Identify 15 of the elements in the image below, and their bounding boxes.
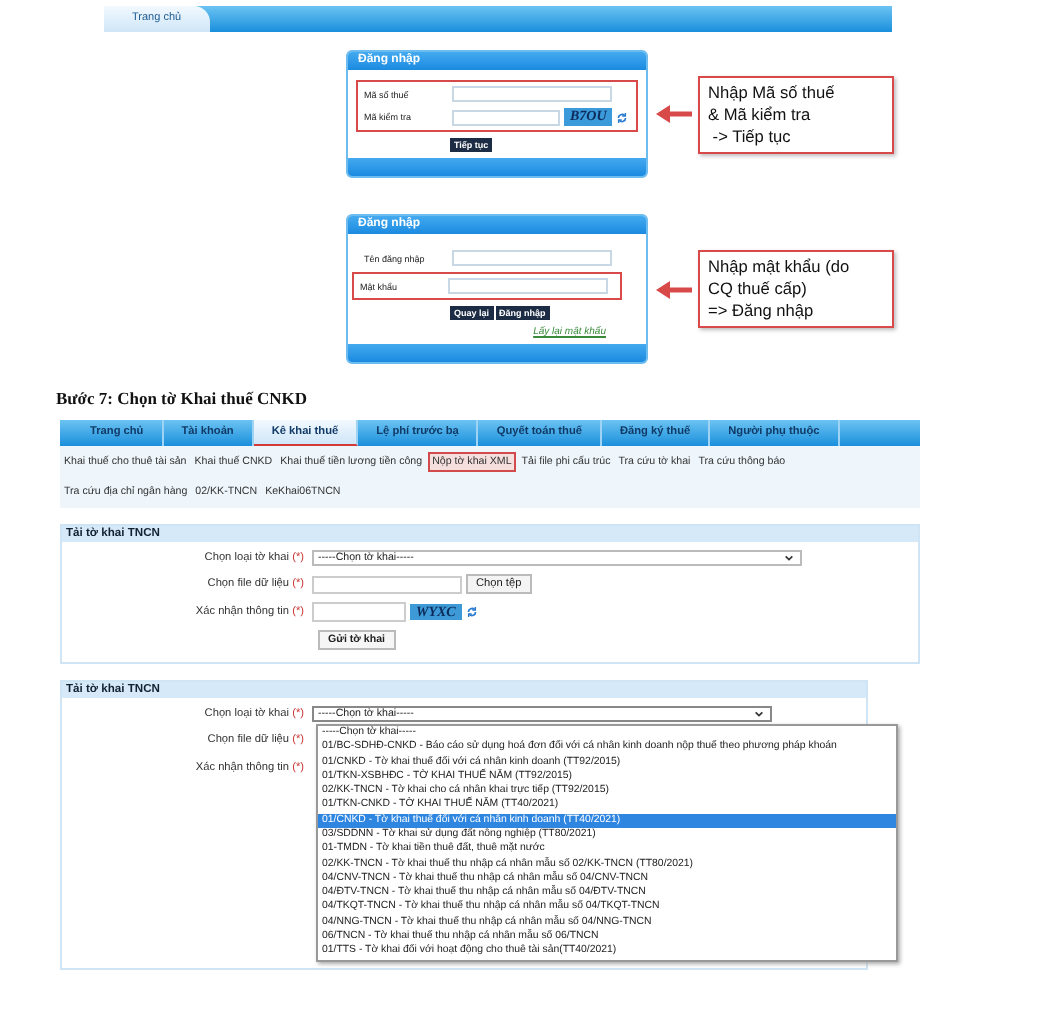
chevron-down-icon — [754, 710, 764, 718]
refresh-icon[interactable] — [616, 111, 629, 123]
input-field[interactable] — [452, 86, 612, 102]
input-field[interactable] — [448, 278, 608, 294]
arrow-icon — [656, 279, 692, 299]
input-field[interactable] — [452, 250, 612, 266]
callout-note: Nhập mật khẩu (do CQ thuế cấp) => Đăng nhập — [698, 250, 894, 328]
callout-note: Nhập Mã số thuế & Mã kiểm tra -> Tiếp tục — [698, 75, 894, 153]
step-heading: Bước 7: Chọn tờ Khai thuế CNKD — [56, 388, 309, 408]
chevron-down-icon — [784, 554, 794, 562]
file-field[interactable] — [312, 575, 462, 593]
input-field[interactable] — [452, 109, 560, 125]
arrow-icon — [656, 104, 692, 124]
input-field[interactable] — [312, 602, 406, 622]
refresh-icon[interactable] — [465, 606, 478, 618]
